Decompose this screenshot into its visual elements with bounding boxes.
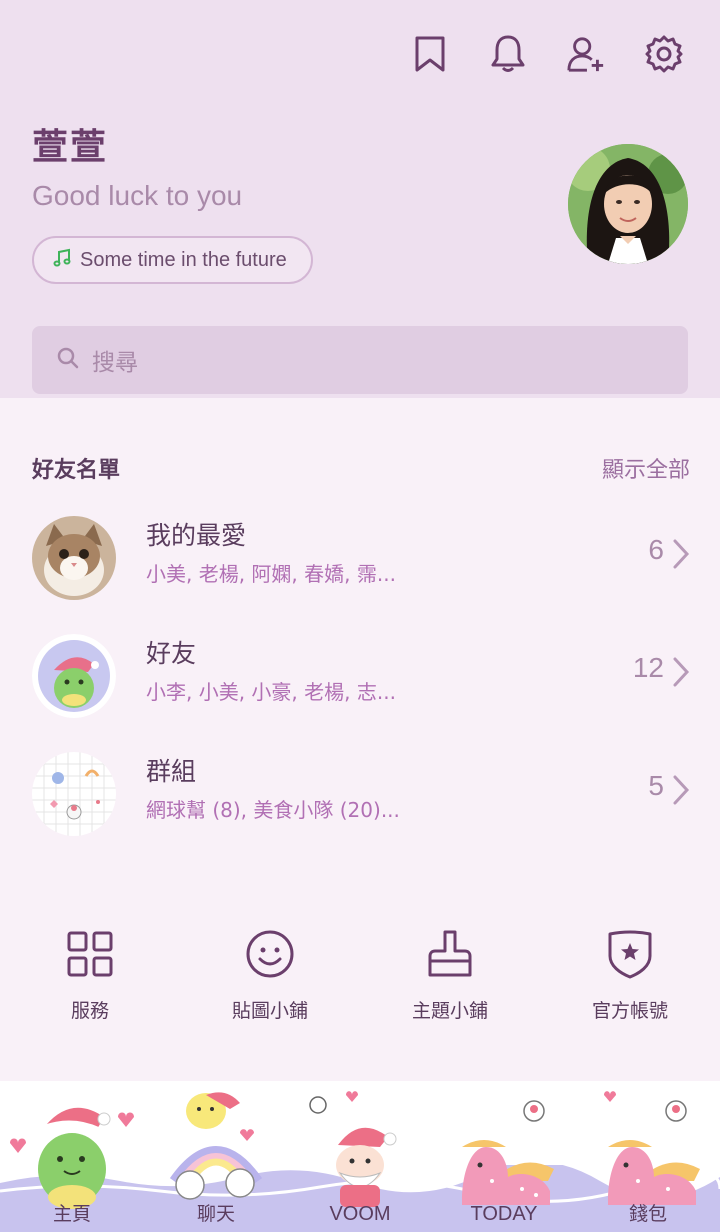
list-item-subtitle: 小李, 小美, 小豪, 老楊, 志... <box>146 680 396 704</box>
chevron-right-icon <box>673 775 690 805</box>
sticker-shop-label: 貼圖小鋪 <box>231 1000 308 1022</box>
shield-star-icon <box>604 928 656 980</box>
show-all-link[interactable]: 顯示全部 <box>602 452 690 484</box>
tab-home[interactable]: 主頁 <box>0 1081 144 1232</box>
tab-home-label: 主頁 <box>52 1203 91 1225</box>
list-item-friends[interactable]: 好友 小李, 小美, 小豪, 老楊, 志... 12 <box>0 626 720 726</box>
top-icon-bar <box>410 32 684 76</box>
search-placeholder: 搜尋 <box>92 350 138 376</box>
list-item-count: 12 <box>632 652 664 683</box>
dino-santa-sticker <box>10 1107 134 1209</box>
theme-shop-label: 主題小鋪 <box>411 1000 488 1022</box>
shortcut-bar: 服務 貼圖小鋪 主題小鋪 官方帳號 <box>0 928 720 1038</box>
music-title: Some time in the future <box>80 248 287 271</box>
group-sticker-thumbnail <box>32 752 116 836</box>
profile-name[interactable]: 萱萱 <box>32 118 108 170</box>
tab-today[interactable]: TODAY <box>432 1081 576 1232</box>
list-item-count: 6 <box>648 534 664 565</box>
search-input[interactable]: 搜尋 <box>32 326 688 394</box>
list-item-title: 好友 <box>146 639 197 668</box>
tab-voom[interactable]: VOOM <box>288 1081 432 1232</box>
chevron-right-icon <box>673 657 690 687</box>
pink-dino-sticker-2 <box>604 1091 700 1205</box>
friends-section-title: 好友名單 <box>32 458 121 483</box>
music-note-icon <box>52 248 72 272</box>
chevron-right-icon <box>673 539 690 569</box>
bottom-tab-bar: 主頁 聊天 VOOM TODAY 錢包 <box>0 1081 720 1232</box>
list-item-title: 群組 <box>146 757 197 786</box>
list-item-subtitle: 小美, 老楊, 阿嫻, 春嬌, 霈... <box>146 562 396 586</box>
official-accounts-label: 官方帳號 <box>591 1000 668 1022</box>
settings-icon[interactable] <box>644 32 684 76</box>
profile-avatar[interactable] <box>568 144 688 264</box>
tab-today-label: TODAY <box>470 1203 538 1225</box>
services-button[interactable]: 服務 <box>0 928 180 1038</box>
tab-chat[interactable]: 聊天 <box>144 1081 288 1232</box>
search-icon <box>56 346 80 374</box>
profile-header: 萱萱 Good luck to you Some time in the fut… <box>0 0 720 398</box>
status-message[interactable]: Good luck to you <box>32 180 242 212</box>
theme-shop-button[interactable]: 主題小鋪 <box>360 928 540 1038</box>
bell-icon[interactable] <box>488 32 528 76</box>
list-item-subtitle: 網球幫 (8), 美食小隊 (20)... <box>146 798 400 822</box>
tab-chat-label: 聊天 <box>196 1203 235 1225</box>
smile-icon <box>244 928 296 980</box>
bookmark-icon[interactable] <box>410 32 450 76</box>
cat-photo-thumbnail <box>32 516 116 600</box>
grid-icon <box>64 928 116 980</box>
pink-dino-sticker <box>462 1100 554 1205</box>
list-item-groups[interactable]: 群組 網球幫 (8), 美食小隊 (20)... 5 <box>0 744 720 844</box>
add-friend-icon[interactable] <box>566 32 606 76</box>
tab-wallet[interactable]: 錢包 <box>576 1081 720 1232</box>
tab-wallet-label: 錢包 <box>628 1203 667 1225</box>
brush-icon <box>424 928 476 980</box>
santa-sticker <box>309 1091 397 1207</box>
list-item-title: 我的最愛 <box>146 521 247 550</box>
list-item-count: 5 <box>648 770 664 801</box>
services-label: 服務 <box>70 1000 109 1022</box>
profile-music-button[interactable]: Some time in the future <box>32 236 313 284</box>
sticker-shop-button[interactable]: 貼圖小鋪 <box>180 928 360 1038</box>
rainbow-chick-sticker <box>169 1092 263 1200</box>
tab-voom-label: VOOM <box>329 1203 391 1225</box>
dino-sticker-thumbnail <box>32 634 116 718</box>
official-accounts-button[interactable]: 官方帳號 <box>540 928 720 1038</box>
list-item-favorites[interactable]: 我的最愛 小美, 老楊, 阿嫻, 春嬌, 霈... 6 <box>0 508 720 608</box>
